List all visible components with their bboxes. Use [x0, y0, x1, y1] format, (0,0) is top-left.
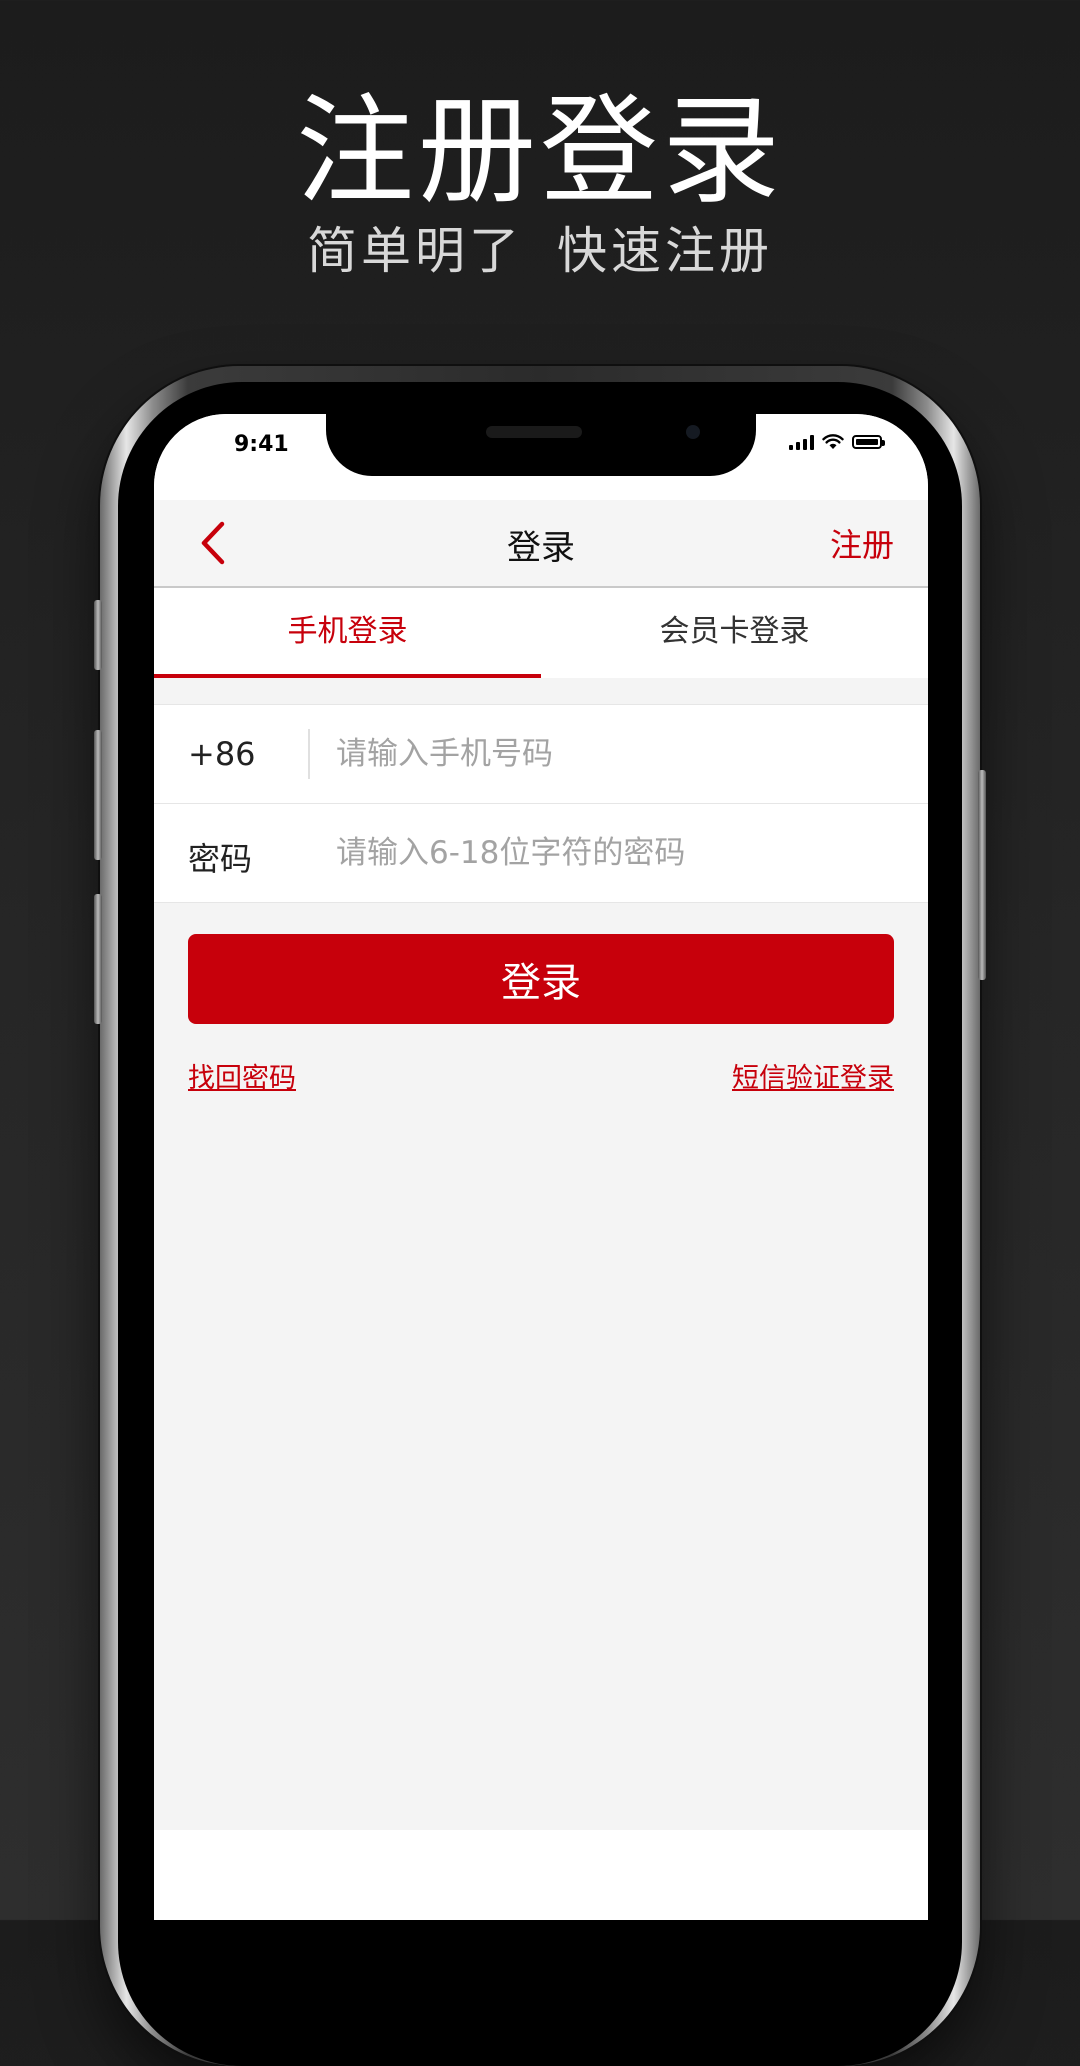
home-indicator-area [154, 1830, 928, 1920]
promo-subline: 简单明了 快速注册 [0, 226, 1080, 276]
phone-input[interactable] [334, 725, 898, 783]
promo-subline-1: 简单明了 [307, 222, 523, 280]
login-form: +86 密码 [154, 704, 928, 903]
battery-icon [852, 435, 885, 449]
login-tabs: 手机登录 会员卡登录 [154, 588, 928, 678]
password-label: 密码 [188, 840, 253, 878]
wifi-icon [822, 434, 844, 449]
mute-switch [94, 600, 102, 670]
status-icons [789, 434, 885, 450]
volume-down-button [94, 894, 102, 1024]
password-row: 密码 [154, 803, 928, 902]
nav-bar: 登录 注册 [154, 500, 928, 588]
notch [326, 414, 756, 476]
signal-icon [789, 434, 814, 450]
country-code[interactable]: +86 [188, 735, 256, 773]
speaker-grille [486, 426, 582, 438]
phone-row: +86 [154, 705, 928, 803]
promo-headline: 注册登录 [295, 82, 784, 220]
forgot-password-link[interactable]: 找回密码 [188, 1056, 296, 1095]
promo-subline-2: 快速注册 [557, 222, 773, 280]
register-button[interactable]: 注册 [830, 520, 894, 566]
sms-login-link[interactable]: 短信验证登录 [732, 1056, 894, 1095]
tab-phone-login[interactable]: 手机登录 [154, 588, 541, 678]
tab-member-card-login[interactable]: 会员卡登录 [541, 588, 928, 678]
status-time: 9:41 [234, 432, 289, 457]
login-button[interactable]: 登录 [188, 934, 894, 1024]
password-input[interactable] [334, 824, 898, 882]
camera-icon [686, 425, 700, 439]
divider [308, 729, 310, 779]
page-title: 登录 [507, 528, 575, 568]
power-button [978, 770, 986, 980]
volume-up-button [94, 730, 102, 860]
phone-screen: 9:41 登录 注册 手机登录 会员卡登录 +86 请输入手机号码 密码 登录 … [154, 414, 928, 1920]
